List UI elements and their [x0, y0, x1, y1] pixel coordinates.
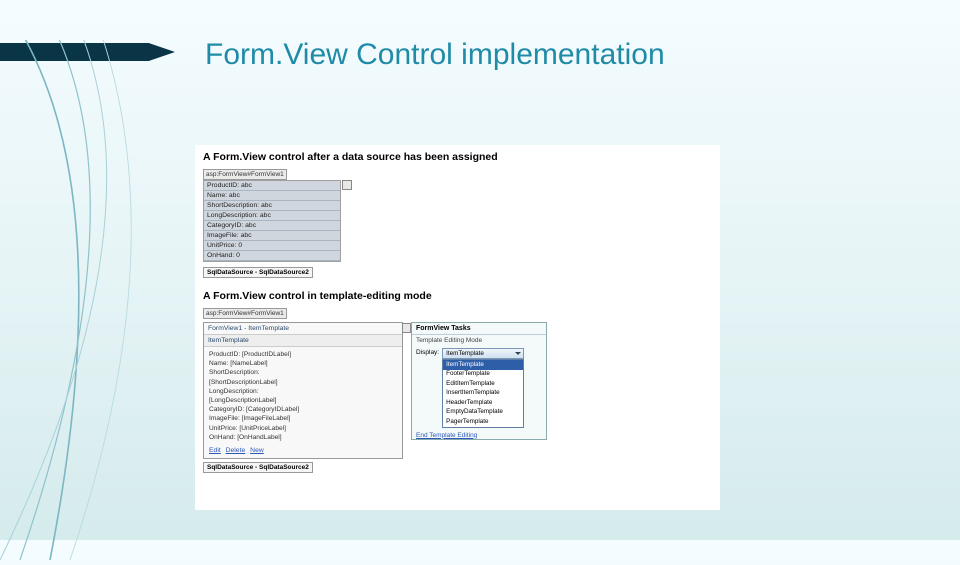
- template-line: LongDescription:: [209, 387, 397, 396]
- formview-row: LongDescription: abc: [204, 211, 340, 221]
- dropdown-selected[interactable]: ItemTemplate: [442, 348, 524, 359]
- slide-title: Form.View Control implementation: [205, 38, 665, 72]
- formview-row: OnHand: 0: [204, 251, 340, 261]
- caption-assigned: A Form.View control after a data source …: [203, 151, 712, 163]
- formview-template-editor: FormView1 - ItemTemplate ItemTemplate Pr…: [203, 322, 403, 473]
- formview-row: ProductID: abc: [204, 181, 340, 191]
- template-body: ProductID: [ProductIDLabel] Name: [NameL…: [204, 347, 402, 445]
- sqldatasource-label-bottom: SqlDataSource - SqlDataSource2: [203, 462, 313, 473]
- template-line: [LongDescriptionLabel]: [209, 396, 397, 405]
- formview-assigned: ProductID: abc Name: abc ShortDescriptio…: [203, 180, 341, 262]
- designer-tag-top: asp:FormView#FormView1: [203, 169, 287, 180]
- dropdown-option[interactable]: PagerTemplate: [443, 417, 523, 427]
- template-title: FormView1 - ItemTemplate: [204, 323, 402, 335]
- smart-tag-icon[interactable]: [342, 180, 352, 190]
- edit-link[interactable]: Edit: [209, 447, 221, 454]
- template-section-header: ItemTemplate: [204, 335, 402, 347]
- tasks-mode-label: Template Editing Mode: [412, 335, 546, 348]
- template-line: UnitPrice: [UnitPriceLabel]: [209, 424, 397, 433]
- formview-row: ImageFile: abc: [204, 231, 340, 241]
- content-area: A Form.View control after a data source …: [195, 145, 720, 510]
- formview-row: ShortDescription: abc: [204, 201, 340, 211]
- end-template-link[interactable]: End Template Editing: [412, 432, 546, 439]
- slide-accent-bar: [0, 43, 175, 61]
- formview-row: CategoryID: abc: [204, 221, 340, 231]
- slide-decor-curves: [0, 40, 220, 560]
- display-label: Display:: [416, 348, 439, 356]
- designer-tag-bottom: asp:FormView#FormView1: [203, 308, 287, 319]
- template-line: ProductID: [ProductIDLabel]: [209, 350, 397, 359]
- delete-link[interactable]: Delete: [226, 447, 246, 454]
- dropdown-option[interactable]: FooterTemplate: [443, 370, 523, 380]
- dropdown-option[interactable]: EditItemTemplate: [443, 379, 523, 389]
- dropdown-option[interactable]: EmptyDataTemplate: [443, 408, 523, 418]
- template-line: ImageFile: [ImageFileLabel]: [209, 414, 397, 423]
- template-line: OnHand: [OnHandLabel]: [209, 433, 397, 442]
- dropdown-option[interactable]: ItemTemplate: [443, 360, 523, 370]
- template-line: Name: [NameLabel]: [209, 359, 397, 368]
- sqldatasource-label-top: SqlDataSource - SqlDataSource2: [203, 267, 313, 278]
- smart-tag-arrow-icon[interactable]: [402, 323, 411, 333]
- template-dropdown[interactable]: ItemTemplate ItemTemplate FooterTemplate…: [442, 348, 524, 428]
- formview-row: UnitPrice: 0: [204, 241, 340, 251]
- formview-row: Name: abc: [204, 191, 340, 201]
- dropdown-option[interactable]: InsertItemTemplate: [443, 389, 523, 399]
- new-link[interactable]: New: [250, 447, 264, 454]
- caption-template-edit: A Form.View control in template-editing …: [203, 290, 712, 302]
- template-line: [ShortDescriptionLabel]: [209, 378, 397, 387]
- template-links: Edit Delete New: [204, 445, 402, 458]
- template-line: CategoryID: [CategoryIDLabel]: [209, 405, 397, 414]
- tasks-header: FormView Tasks: [412, 323, 546, 335]
- dropdown-option[interactable]: HeaderTemplate: [443, 398, 523, 408]
- dropdown-list: ItemTemplate FooterTemplate EditItemTemp…: [442, 359, 524, 428]
- template-line: ShortDescription:: [209, 368, 397, 377]
- formview-tasks-panel: FormView Tasks Template Editing Mode Dis…: [411, 322, 547, 440]
